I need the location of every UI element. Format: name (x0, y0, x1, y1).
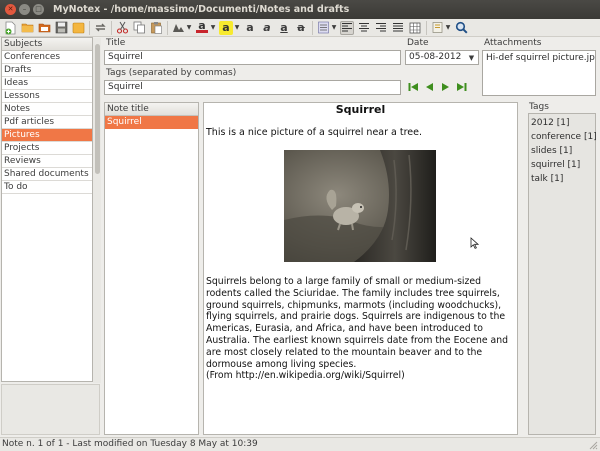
font-color-icon[interactable]: a (195, 19, 209, 35)
italic-icon[interactable]: a (260, 21, 274, 35)
italic-glyph: a (263, 21, 271, 34)
open-file-icon[interactable] (37, 21, 51, 35)
toolbar-separator (312, 20, 313, 35)
status-text: Note n. 1 of 1 - Last modified on Tuesda… (2, 439, 258, 449)
note-source: (From http://en.wikipedia.org/wiki/Squir… (206, 370, 405, 382)
toolbar-separator (426, 20, 427, 35)
status-bar: Note n. 1 of 1 - Last modified on Tuesda… (0, 437, 600, 451)
attachments-list[interactable]: Hi-def squirrel picture.jpg (482, 50, 596, 96)
note-heading: Squirrel (335, 103, 386, 116)
align-right-icon[interactable] (374, 21, 388, 35)
squirrel-photo (284, 150, 436, 262)
font-color-glyph: a (198, 19, 206, 32)
subject-item-drafts[interactable]: Drafts (2, 64, 92, 77)
align-center-icon[interactable] (357, 21, 371, 35)
subject-item-pictures[interactable]: Pictures (2, 129, 92, 142)
justify-icon[interactable] (391, 21, 405, 35)
last-note-icon[interactable] (456, 82, 467, 92)
previous-note-icon[interactable] (424, 82, 435, 92)
search-icon[interactable] (454, 21, 468, 35)
subject-item-conferences[interactable]: Conferences (2, 51, 92, 64)
subject-item-to-do[interactable]: To do (2, 181, 92, 194)
scrollbar-thumb[interactable] (95, 44, 100, 174)
subject-item-notes[interactable]: Notes (2, 103, 92, 116)
bold-glyph: a (246, 21, 254, 34)
font-color-dropdown-icon[interactable]: ▼ (210, 21, 216, 35)
highlight-color-icon[interactable]: a (219, 20, 233, 35)
note-type-icon[interactable] (430, 21, 444, 35)
note-title-header[interactable]: Note title (105, 103, 198, 116)
tags-panel-label: Tags (529, 102, 549, 112)
new-note-icon[interactable] (3, 21, 17, 35)
insert-image-icon[interactable] (171, 21, 185, 35)
cut-icon[interactable] (115, 21, 129, 35)
close-window-button[interactable]: ✕ (5, 4, 16, 15)
bottom-left-panel (1, 384, 100, 435)
subject-item-lessons[interactable]: Lessons (2, 90, 92, 103)
toolbar: ▼ a ▼ a ▼ a a a a ▼ ▼ (0, 19, 600, 37)
toolbar-separator (111, 20, 112, 35)
highlight-dropdown-icon[interactable]: ▼ (234, 21, 240, 35)
attachments-label: Attachments (484, 38, 542, 48)
subjects-header[interactable]: Subjects (2, 38, 92, 51)
mouse-cursor-icon (470, 237, 480, 252)
align-left-icon[interactable] (340, 20, 354, 35)
note-type-dropdown-icon[interactable]: ▼ (445, 21, 451, 35)
maximize-window-button[interactable]: □ (33, 4, 44, 15)
toolbar-separator (167, 20, 168, 35)
attachment-item[interactable]: Hi-def squirrel picture.jpg (486, 53, 595, 63)
tags-field-label: Tags (separated by commas) (106, 68, 237, 78)
tags-panel[interactable]: 2012 [1] conference [1] slides [1] squir… (528, 113, 597, 435)
copy-icon[interactable] (132, 21, 146, 35)
date-dropdown-icon[interactable]: ▼ (465, 50, 478, 65)
insert-image-dropdown-icon[interactable]: ▼ (186, 21, 192, 35)
tag-item[interactable]: talk [1] (531, 172, 593, 186)
tag-item[interactable]: squirrel [1] (531, 158, 593, 172)
note-title-list[interactable]: Note title Squirrel (104, 102, 199, 435)
list-dropdown-icon[interactable]: ▼ (331, 21, 337, 35)
subject-item-shared-documents[interactable]: Shared documents (2, 168, 92, 181)
note-intro: This is a nice picture of a squirrel nea… (206, 127, 423, 138)
sync-icon[interactable] (93, 21, 107, 35)
subjects-scrollbar[interactable] (93, 38, 101, 383)
tags-field[interactable]: Squirrel (104, 80, 401, 95)
subject-item-ideas[interactable]: Ideas (2, 77, 92, 90)
next-note-icon[interactable] (440, 82, 451, 92)
insert-table-icon[interactable] (408, 21, 422, 35)
title-label: Title (106, 38, 126, 48)
new-subject-icon[interactable] (20, 21, 34, 35)
tag-item[interactable]: slides [1] (531, 144, 593, 158)
import-icon[interactable] (71, 21, 85, 35)
tag-item[interactable]: conference [1] (531, 130, 597, 144)
subjects-list[interactable]: Subjects Conferences Drafts Ideas Lesson… (1, 37, 93, 382)
strikethrough-icon[interactable]: a (294, 21, 308, 35)
font-color-swatch (196, 30, 208, 33)
strike-glyph: a (297, 21, 305, 34)
highlight-glyph: a (222, 21, 230, 34)
window-title: MyNotex - /home/massimo/Documenti/Notes … (53, 4, 350, 15)
resize-grip-icon[interactable] (588, 440, 598, 450)
bold-icon[interactable]: a (243, 21, 257, 35)
list-icon[interactable] (316, 21, 330, 35)
paste-icon[interactable] (149, 21, 163, 35)
note-editor[interactable]: Squirrel This is a nice picture of a squ… (203, 102, 518, 435)
underline-glyph: a (280, 21, 288, 34)
title-field[interactable]: Squirrel (104, 50, 401, 65)
note-body: Squirrels belong to a large family of sm… (206, 276, 517, 382)
minimize-window-button[interactable]: – (19, 4, 30, 15)
subject-item-pdf-articles[interactable]: Pdf articles (2, 116, 92, 129)
toolbar-separator (89, 20, 90, 35)
save-icon[interactable] (54, 21, 68, 35)
underline-icon[interactable]: a (277, 21, 291, 35)
title-bar: ✕ – □ MyNotex - /home/massimo/Documenti/… (0, 0, 600, 19)
date-label: Date (407, 38, 429, 48)
note-navigation (408, 82, 467, 92)
subject-item-projects[interactable]: Projects (2, 142, 92, 155)
note-item-squirrel[interactable]: Squirrel (105, 116, 198, 129)
window-controls: ✕ – □ (5, 4, 44, 15)
note-body-text: Squirrels belong to a large family of sm… (206, 276, 509, 370)
subject-item-reviews[interactable]: Reviews (2, 155, 92, 168)
tag-item[interactable]: 2012 [1] (531, 116, 593, 130)
first-note-icon[interactable] (408, 82, 419, 92)
